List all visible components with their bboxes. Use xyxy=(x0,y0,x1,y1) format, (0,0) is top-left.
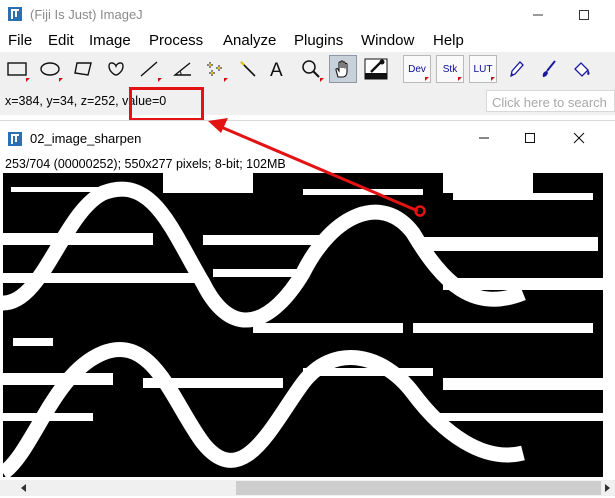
annotation-arrow xyxy=(208,118,426,217)
